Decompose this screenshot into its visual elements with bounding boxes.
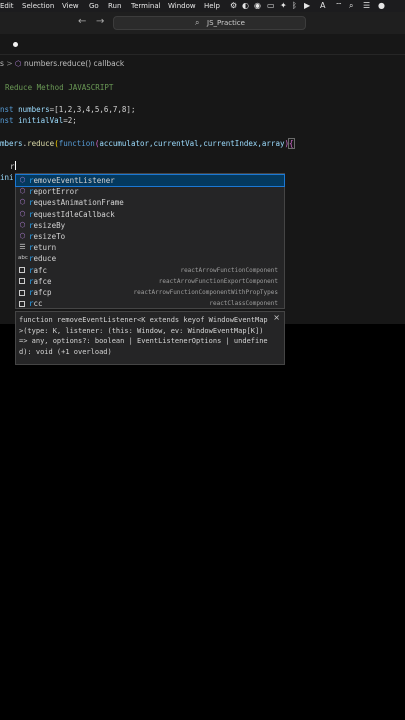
breadcrumb-separator: > <box>6 59 13 68</box>
suggest-item-rafc[interactable]: rafc reactArrowFunctionComponent <box>16 265 284 276</box>
symbol-icon: ⬡ <box>15 59 22 68</box>
breadcrumb-prefix[interactable]: s <box>0 59 4 68</box>
method-reduce: reduce <box>27 139 55 148</box>
snippet-icon <box>19 278 25 285</box>
method-icon: ⬡ <box>19 176 26 184</box>
keyword-const: nst <box>0 116 14 125</box>
status-wifi-icon[interactable]: ⌔ <box>335 1 343 11</box>
status-bluetooth-icon[interactable]: ᛒ <box>292 1 297 11</box>
snippet-icon <box>19 289 25 296</box>
suggest-item-detail: reactArrowFunctionComponentWithPropTypes <box>133 289 279 296</box>
suggest-item-resizeto[interactable]: ⬡ resizeTo <box>16 231 284 242</box>
method-icon: ⬡ <box>19 187 26 196</box>
suggest-item-label: resizeBy <box>29 220 66 230</box>
var-numbers-ref: mbers <box>0 139 23 148</box>
code-line-reduce: mbers.reduce(function(accumulator,curren… <box>0 138 295 149</box>
menu-terminal[interactable]: Terminal <box>131 2 161 10</box>
suggest-item-label: removeEventListener <box>29 176 115 185</box>
status-play-icon[interactable]: ▶ <box>304 1 310 11</box>
autocomplete-suggest-widget[interactable]: ⬡ removeEventListener ⬡ reportError ⬡ request… <box>15 173 285 309</box>
status-battery-icon[interactable]: ▭ <box>267 1 275 11</box>
unsaved-dot-icon[interactable] <box>13 42 18 47</box>
code-line-partial: ini <box>0 173 14 183</box>
suggest-item-detail: reactArrowFunctionComponent <box>180 266 278 274</box>
arrow-right-icon[interactable]: → <box>96 16 104 27</box>
suggest-item-label: rafcp <box>29 288 52 297</box>
suggest-item-detail: reactClassComponent <box>209 300 278 308</box>
status-record-icon[interactable]: ◉ <box>254 1 261 11</box>
keyword-const: nst <box>0 105 14 114</box>
suggest-item-rafce[interactable]: rafce reactArrowFunctionExportComponent <box>16 276 284 287</box>
suggest-item-label: requestIdleCallback <box>29 209 115 219</box>
suggest-item-reduce[interactable]: abc reduce <box>16 253 284 264</box>
status-circle-icon[interactable]: ◐ <box>242 1 249 11</box>
suggest-item-label: requestAnimationFrame <box>29 198 124 208</box>
search-icon: ⌕ <box>195 18 200 27</box>
method-icon: ⬡ <box>19 232 26 240</box>
suggest-item-detail: reactArrowFunctionExportComponent <box>158 277 278 285</box>
suggest-item-label: reduce <box>29 254 57 264</box>
code-line-comment: Reduce Method JAVASCRIPT <box>5 83 113 93</box>
initial-value: =2; <box>63 116 77 125</box>
status-siri-icon[interactable]: ● <box>378 1 385 11</box>
code-line-numbers: nst numbers=[1,2,3,4,5,6,7,8]; <box>0 105 135 115</box>
menu-run[interactable]: Run <box>108 2 121 10</box>
var-initialval: initialVal <box>18 116 64 125</box>
status-cog-icon[interactable]: ⚙ <box>230 1 237 11</box>
suggest-item-requestanimationframe[interactable]: ⬡ requestAnimationFrame <box>16 197 284 208</box>
suggest-item-label: rafc <box>29 265 48 275</box>
suggest-item-label: rcc <box>29 299 43 309</box>
suggest-item-reporterror[interactable]: ⬡ reportError <box>16 186 284 197</box>
suggest-item-return[interactable]: ☰ return <box>16 242 284 253</box>
var-numbers: numbers <box>18 105 50 114</box>
partial-identifier: ini <box>0 173 14 182</box>
method-icon: ⬡ <box>19 220 26 229</box>
text-icon: abc <box>18 255 28 262</box>
numbers-value: =[1,2,3,4,5,6,7,8]; <box>49 105 136 114</box>
menu-edit[interactable]: Edit <box>0 2 14 10</box>
code-line-typing[interactable]: r <box>10 161 16 172</box>
suggest-item-removeeventlistener[interactable]: ⬡ removeEventListener <box>15 173 285 188</box>
suggest-item-label: reportError <box>29 187 79 197</box>
breadcrumb: s > ⬡ numbers.reduce() callback <box>0 59 124 68</box>
keyword-function: function <box>58 139 95 148</box>
arrow-left-icon[interactable]: ← <box>78 16 86 27</box>
suggest-item-label: return <box>29 243 57 253</box>
close-icon[interactable]: × <box>273 313 280 322</box>
menu-selection[interactable]: Selection <box>22 2 54 10</box>
suggest-item-label: resizeTo <box>29 232 66 241</box>
menu-go[interactable]: Go <box>89 2 99 10</box>
suggest-item-label: rafce <box>29 276 52 286</box>
code-line-initial: nst initialVal=2; <box>0 116 77 126</box>
status-dropbox-icon[interactable]: ✦ <box>280 1 287 11</box>
menu-window[interactable]: Window <box>168 2 196 10</box>
status-search-icon[interactable]: ⌕ <box>349 1 353 11</box>
suggest-item-resizeby[interactable]: ⬡ resizeBy <box>16 220 284 231</box>
breadcrumb-symbol[interactable]: numbers.reduce() callback <box>24 59 124 68</box>
tab-divider <box>0 54 405 55</box>
snippet-icon <box>19 267 25 274</box>
signature-text: function removeEventListener<K extends k… <box>19 316 268 356</box>
menu-help[interactable]: Help <box>204 2 220 10</box>
workspace-name: JS_Practice <box>207 19 245 27</box>
macos-menubar: Edit Selection View Go Run Terminal Wind… <box>0 0 405 12</box>
suggest-item-rafcp[interactable]: rafcp reactArrowFunctionComponentWithProp… <box>16 287 284 298</box>
comment-text: Reduce Method JAVASCRIPT <box>5 83 114 92</box>
method-icon: ⬡ <box>19 198 26 207</box>
suggest-item-rcc[interactable]: rcc reactClassComponent <box>16 298 284 309</box>
status-control-center-icon[interactable]: ☰ <box>363 1 370 11</box>
method-icon: ⬡ <box>19 209 26 218</box>
keyword-icon: ☰ <box>19 243 26 252</box>
command-center[interactable]: ⌕ JS_Practice <box>113 16 306 30</box>
menu-view[interactable]: View <box>62 2 79 10</box>
suggest-item-requestidlecallback[interactable]: ⬡ requestIdleCallback <box>16 209 284 220</box>
snippet-icon <box>19 300 25 307</box>
suggest-details-widget: function removeEventListener<K extends k… <box>15 311 285 365</box>
callback-params: accumulator,currentVal,currentIndex,arra… <box>99 139 285 148</box>
status-keyboard-icon[interactable]: A <box>320 1 325 11</box>
text-cursor <box>14 161 16 170</box>
